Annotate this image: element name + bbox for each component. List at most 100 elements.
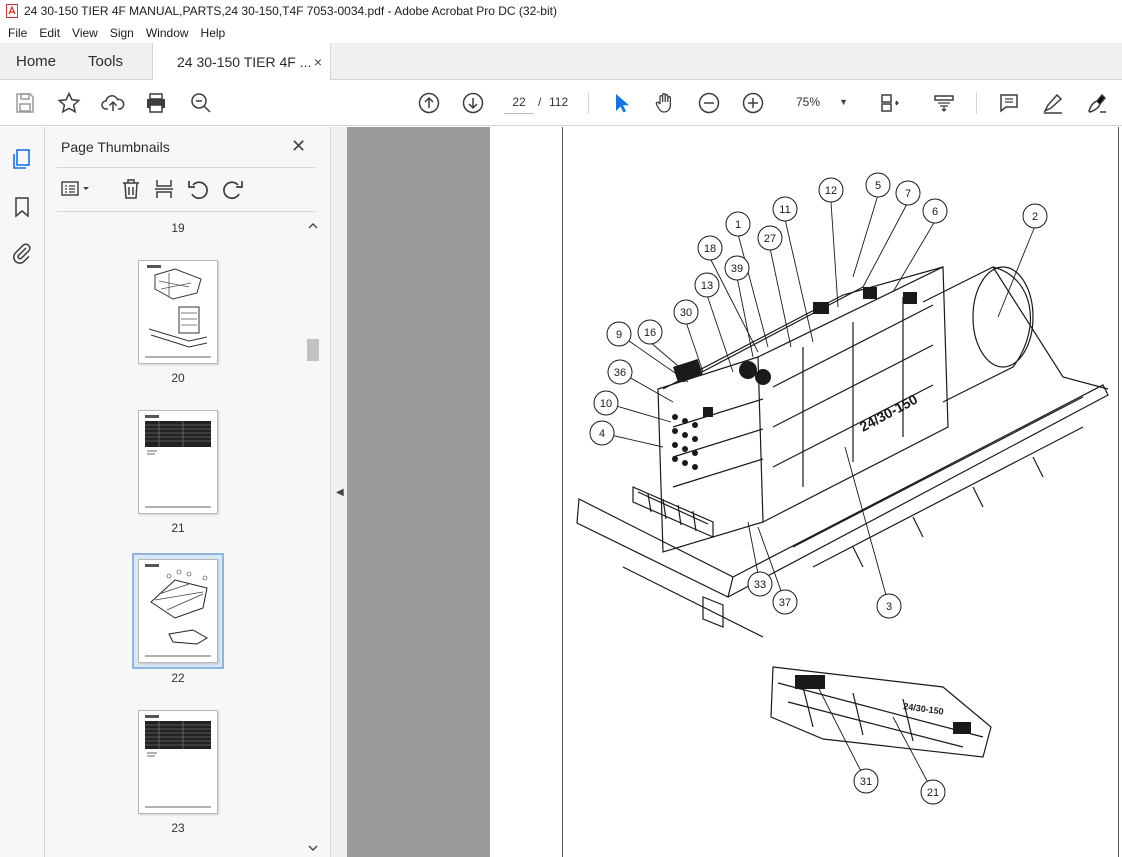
page-separator: / bbox=[538, 95, 542, 109]
callout-label: 7 bbox=[905, 188, 911, 200]
tab-close-icon[interactable]: × bbox=[314, 54, 322, 70]
page-thumbnails-icon[interactable] bbox=[10, 147, 34, 171]
scrollbar-thumb[interactable] bbox=[307, 339, 319, 361]
callout-18: 18 bbox=[697, 235, 723, 261]
tab-bar: Home Tools 24 30-150 TIER 4F ... × bbox=[0, 43, 1122, 81]
rotate-right-icon[interactable] bbox=[221, 177, 245, 201]
thumbnail-label: 20 bbox=[171, 371, 185, 385]
hand-icon[interactable] bbox=[652, 90, 678, 116]
callout-6: 6 bbox=[922, 198, 948, 224]
menu-window[interactable]: Window bbox=[140, 26, 195, 40]
callout-10: 10 bbox=[593, 390, 619, 416]
star-icon[interactable] bbox=[56, 90, 82, 116]
callout-11: 11 bbox=[772, 196, 798, 222]
thumbnails-panel: Page Thumbnails ✕ 19 20 21 22 23 bbox=[45, 127, 330, 857]
title-bar: 24 30-150 TIER 4F MANUAL,PARTS,24 30-150… bbox=[0, 0, 1122, 22]
callout-12: 12 bbox=[818, 177, 844, 203]
menu-help[interactable]: Help bbox=[195, 26, 232, 40]
panel-title: Page Thumbnails bbox=[61, 139, 170, 155]
chevron-down-icon: ▼ bbox=[839, 97, 848, 107]
thumbnail-drawing bbox=[145, 265, 211, 358]
callout-27: 27 bbox=[757, 225, 783, 251]
select-pointer-icon[interactable] bbox=[608, 90, 634, 116]
tab-document[interactable]: 24 30-150 TIER 4F ... × bbox=[152, 43, 331, 81]
callout-16: 16 bbox=[637, 319, 663, 345]
tab-document-label: 24 30-150 TIER 4F ... bbox=[177, 54, 312, 70]
search-zoom-icon[interactable] bbox=[188, 90, 214, 116]
attachment-icon[interactable] bbox=[10, 241, 34, 265]
save-icon[interactable] bbox=[12, 90, 38, 116]
callout-5: 5 bbox=[865, 172, 891, 198]
divider bbox=[57, 167, 315, 168]
callout-31: 31 bbox=[853, 768, 879, 794]
trash-icon[interactable] bbox=[119, 177, 143, 201]
zoom-value: 75% bbox=[796, 95, 821, 109]
callout-label: 4 bbox=[599, 428, 605, 440]
tab-tools[interactable]: Tools bbox=[88, 43, 123, 80]
fit-page-icon[interactable] bbox=[876, 90, 902, 116]
chevron-down-icon[interactable] bbox=[308, 843, 318, 853]
callout-label: 1 bbox=[735, 219, 741, 231]
callout-13: 13 bbox=[694, 272, 720, 298]
rotate-left-icon[interactable] bbox=[186, 177, 210, 201]
callout-4: 4 bbox=[589, 420, 615, 446]
highlight-icon[interactable] bbox=[1040, 90, 1066, 116]
model-label-lower: 24/30-150 bbox=[903, 701, 945, 717]
thumbnail-scrollbar[interactable] bbox=[307, 221, 321, 857]
thumbnail-label: 22 bbox=[171, 671, 185, 685]
left-rail bbox=[0, 127, 45, 857]
callout-label: 12 bbox=[825, 185, 837, 197]
page-total: 112 bbox=[549, 95, 569, 109]
page-down-icon[interactable] bbox=[460, 90, 486, 116]
extract-pages-icon[interactable] bbox=[152, 177, 176, 201]
collapse-arrow-icon[interactable]: ◀ bbox=[336, 487, 344, 498]
tab-home[interactable]: Home bbox=[16, 43, 56, 80]
model-label: 24/30-150 bbox=[857, 391, 920, 435]
page-up-icon[interactable] bbox=[416, 90, 442, 116]
bookmark-icon[interactable] bbox=[10, 195, 34, 219]
upload-icon[interactable] bbox=[100, 90, 126, 116]
zoom-in-icon[interactable] bbox=[740, 90, 766, 116]
thumbnail-label: 23 bbox=[171, 821, 185, 835]
callout-label: 31 bbox=[860, 776, 872, 788]
callout-36: 36 bbox=[607, 359, 633, 385]
callout-label: 16 bbox=[644, 327, 656, 339]
thumbnail-page-22[interactable] bbox=[138, 559, 218, 663]
callout-label: 39 bbox=[731, 263, 743, 275]
scroll-mode-icon[interactable] bbox=[931, 90, 957, 116]
callout-39: 39 bbox=[724, 255, 750, 281]
options-menu-icon[interactable] bbox=[59, 177, 93, 201]
menu-edit[interactable]: Edit bbox=[33, 26, 66, 40]
thumbnail-page-21[interactable] bbox=[138, 410, 218, 514]
sign-icon[interactable] bbox=[1084, 90, 1110, 116]
callout-1: 1 bbox=[725, 211, 751, 237]
window-title: 24 30-150 TIER 4F MANUAL,PARTS,24 30-150… bbox=[24, 4, 557, 18]
page-number-input[interactable]: 22 bbox=[504, 90, 534, 114]
menu-file[interactable]: File bbox=[2, 26, 33, 40]
callout-label: 33 bbox=[754, 579, 766, 591]
menu-view[interactable]: View bbox=[66, 26, 104, 40]
thumbnail-label: 19 bbox=[171, 221, 185, 235]
thumbnail-label: 21 bbox=[171, 521, 185, 535]
callout-label: 30 bbox=[680, 307, 692, 319]
viewer-margin bbox=[347, 127, 490, 857]
thumbnail-page-23[interactable] bbox=[138, 710, 218, 814]
print-icon[interactable] bbox=[143, 90, 169, 116]
zoom-out-icon[interactable] bbox=[696, 90, 722, 116]
close-icon[interactable]: ✕ bbox=[291, 136, 306, 157]
thumbnail-page-20[interactable] bbox=[138, 260, 218, 364]
menu-sign[interactable]: Sign bbox=[104, 26, 140, 40]
callout-label: 6 bbox=[932, 206, 938, 218]
callout-7: 7 bbox=[895, 180, 921, 206]
callout-label: 21 bbox=[927, 787, 939, 799]
pdf-page: 24/30-150 24/30-150 12 5 7 6 2 11 1 27 1… bbox=[562, 127, 1119, 857]
callout-label: 27 bbox=[764, 233, 776, 245]
divider bbox=[57, 211, 315, 212]
callout-label: 9 bbox=[616, 329, 622, 341]
comment-icon[interactable] bbox=[996, 90, 1022, 116]
callout-label: 10 bbox=[600, 398, 612, 410]
panel-collapse-strip[interactable]: ◀ bbox=[330, 127, 347, 857]
chevron-up-icon[interactable] bbox=[308, 221, 318, 231]
callout-label: 37 bbox=[779, 597, 791, 609]
zoom-select[interactable]: 75% ▼ bbox=[790, 90, 852, 114]
